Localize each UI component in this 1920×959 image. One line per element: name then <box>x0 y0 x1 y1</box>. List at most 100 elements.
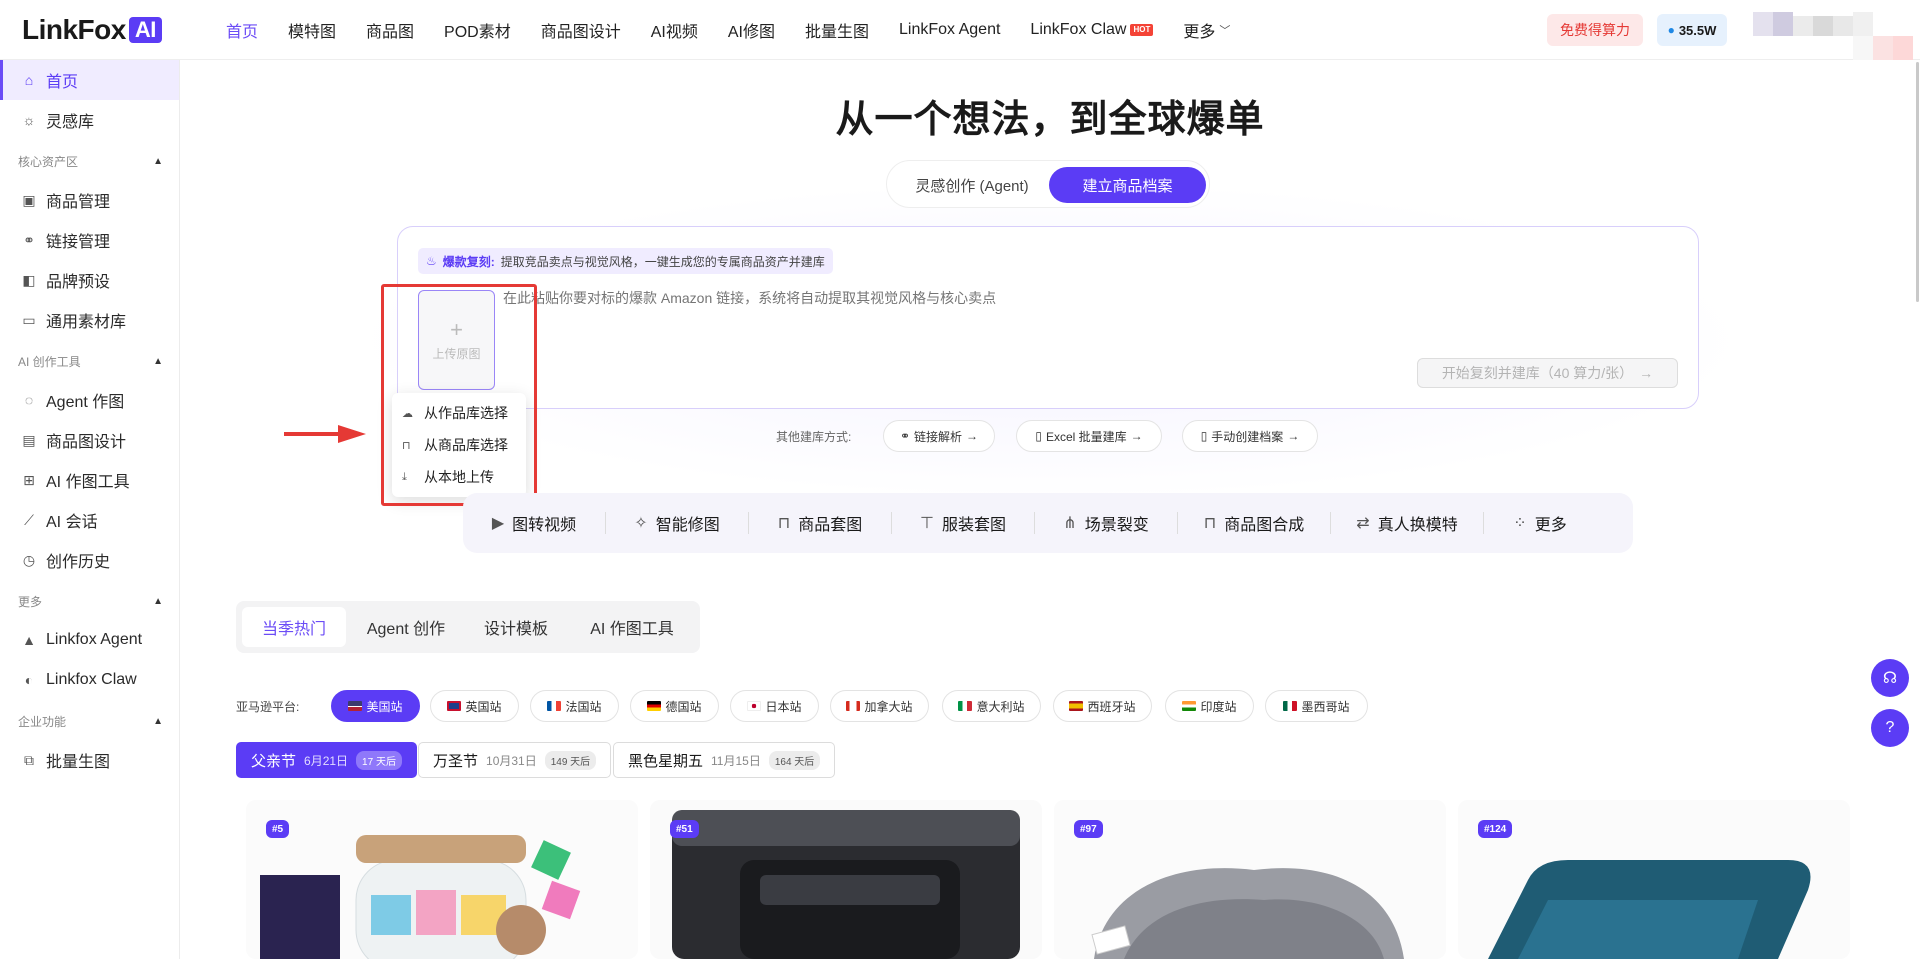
sidebar-item-home[interactable]: ⌂ 首页 <box>0 60 179 100</box>
product-card[interactable]: #124 <box>1458 800 1850 959</box>
nav-label: AI修图 <box>727 24 775 41</box>
mx-flag-icon <box>1283 701 1298 711</box>
highlight-box <box>381 284 537 506</box>
event-fathers-day[interactable]: 父亲节 6月21日 17 天后 <box>236 742 417 778</box>
logo[interactable]: LinkFox AI <box>22 13 162 47</box>
station-it[interactable]: 意大利站 <box>942 690 1041 722</box>
sidebar-item-ai-chat[interactable]: ⟋ AI 会话 <box>0 500 179 540</box>
shirt-icon: ⊤ <box>920 515 934 532</box>
rank-badge: #51 <box>670 820 699 838</box>
nav-pod[interactable]: POD素材 <box>444 18 511 42</box>
support-button[interactable]: ☊ <box>1871 659 1909 697</box>
free-credits-button[interactable]: 免费得算力 <box>1547 14 1643 46</box>
sidebar-item-products[interactable]: ▣ 商品管理 <box>0 180 179 220</box>
group-title: 核心资产区 <box>18 154 79 169</box>
logo-text: LinkFox <box>22 14 126 45</box>
sidebar-item-linkfox-agent[interactable]: ▲ Linkfox Agent <box>0 620 179 660</box>
event-black-friday[interactable]: 黑色星期五 11月15日 164 天后 <box>613 742 836 778</box>
tool-image-to-video[interactable]: ▶ 图转视频 <box>463 493 605 553</box>
station-label: 墨西哥站 <box>1301 699 1350 714</box>
tool-apparel-set[interactable]: ⊤ 服装套图 <box>892 493 1034 553</box>
credits-balance[interactable]: ● 35.5W <box>1657 14 1727 46</box>
button-label: 手动创建档案 <box>1211 429 1284 444</box>
amazon-link-input[interactable] <box>503 290 1303 306</box>
sidebar-item-ai-tools[interactable]: ⊞ AI 作图工具 <box>0 460 179 500</box>
box-icon: ▣ <box>22 191 36 208</box>
scrollbar-thumb[interactable] <box>1916 62 1919 302</box>
nav-design[interactable]: 商品图设计 <box>541 18 621 42</box>
event-countdown: 17 天后 <box>356 750 402 770</box>
sidebar-item-brand[interactable]: ◧ 品牌预设 <box>0 260 179 300</box>
sidebar-item-assets[interactable]: ▭ 通用素材库 <box>0 300 179 340</box>
question-icon: ? <box>1885 719 1895 736</box>
nav-ai-retouch[interactable]: AI修图 <box>728 18 775 42</box>
station-us[interactable]: 美国站 <box>331 690 420 722</box>
tab-inspiration-agent[interactable]: 灵感创作 (Agent) <box>897 167 1047 203</box>
sidebar-item-batch[interactable]: ⧉ 批量生图 <box>0 740 179 780</box>
sidebar-item-design[interactable]: ▤ 商品图设计 <box>0 420 179 460</box>
tool-label: 更多 <box>1534 517 1567 534</box>
tab-ai-tools[interactable]: AI 作图工具 <box>570 607 694 647</box>
tool-label: 商品套图 <box>798 517 863 534</box>
product-card[interactable]: #97 <box>1054 800 1446 959</box>
sidebar-item-linkfox-claw[interactable]: ◐ Linkfox Claw <box>0 660 179 700</box>
manual-create-button[interactable]: ▯ 手动创建档案 → <box>1182 420 1318 452</box>
station-label: 意大利站 <box>976 699 1025 714</box>
station-fr[interactable]: 法国站 <box>530 690 619 722</box>
tool-scene-split[interactable]: ⋔ 场景裂变 <box>1035 493 1177 553</box>
sidebar-item-label: Agent 作图 <box>46 394 125 411</box>
sidebar-item-links[interactable]: ⚭ 链接管理 <box>0 220 179 260</box>
sidebar-item-label: 首页 <box>46 74 79 91</box>
station-jp[interactable]: 日本站 <box>730 690 819 722</box>
tab-build-product-profile[interactable]: 建立商品档案 <box>1049 167 1206 203</box>
station-label: 日本站 <box>765 699 802 714</box>
rank-badge: #97 <box>1074 820 1103 838</box>
event-halloween[interactable]: 万圣节 10月31日 149 天后 <box>418 742 612 778</box>
station-ca[interactable]: 加拿大站 <box>830 690 929 722</box>
sidebar-item-inspiration[interactable]: ☼ 灵感库 <box>0 100 179 140</box>
top-header: LinkFox AI 首页 模特图 商品图 POD素材 商品图设计 AI视频 A… <box>0 0 1920 60</box>
tab-agent-creation[interactable]: Agent 创作 <box>350 607 462 647</box>
tool-more[interactable]: ⁘ 更多 <box>1484 493 1596 553</box>
sidebar-group-ai-tools[interactable]: AI 创作工具 ▲ <box>18 351 163 371</box>
nav-claw[interactable]: LinkFox Claw HOT <box>1030 21 1154 39</box>
station-mx[interactable]: 墨西哥站 <box>1265 690 1368 722</box>
sidebar-item-history[interactable]: ◷ 创作历史 <box>0 540 179 580</box>
nav-model[interactable]: 模特图 <box>288 18 336 42</box>
nav-product[interactable]: 商品图 <box>366 18 414 42</box>
tool-label: 商品图合成 <box>1224 517 1305 534</box>
start-replicate-button[interactable]: 开始复刻并建库（40 算力/张） → <box>1417 358 1678 388</box>
nav-label: 更多 <box>1183 24 1216 41</box>
nav-more[interactable]: 更多 ﹀ <box>1183 18 1230 42</box>
chevron-down-icon: ﹀ <box>1219 25 1231 37</box>
nav-ai-video[interactable]: AI视频 <box>651 18 698 42</box>
sidebar-group-core[interactable]: 核心资产区 ▲ <box>18 151 163 171</box>
sidebar-group-enterprise[interactable]: 企业功能 ▲ <box>18 711 163 731</box>
nav-agent[interactable]: LinkFox Agent <box>899 21 1000 39</box>
sidebar-item-agent-draw[interactable]: ◌ Agent 作图 <box>0 380 179 420</box>
tool-model-swap[interactable]: ⇄ 真人换模特 <box>1331 493 1483 553</box>
tool-smart-retouch[interactable]: ✧ 智能修图 <box>606 493 748 553</box>
station-es[interactable]: 西班牙站 <box>1053 690 1152 722</box>
product-card[interactable]: #5 <box>246 800 638 959</box>
product-card[interactable]: #51 <box>650 800 1042 959</box>
tool-product-set[interactable]: ⊓ 商品套图 <box>749 493 891 553</box>
fr-flag-icon <box>547 701 562 711</box>
bag-icon: ⊓ <box>1203 515 1217 532</box>
station-in[interactable]: 印度站 <box>1165 690 1254 722</box>
tab-design-templates[interactable]: 设计模板 <box>466 607 566 647</box>
content-tabs: 当季热门 Agent 创作 设计模板 AI 作图工具 <box>236 601 700 653</box>
station-de[interactable]: 德国站 <box>630 690 719 722</box>
sidebar-item-label: 商品图设计 <box>46 434 127 451</box>
avatar[interactable] <box>1753 10 1920 82</box>
nav-home[interactable]: 首页 <box>226 18 258 42</box>
tool-product-composite[interactable]: ⊓ 商品图合成 <box>1178 493 1330 553</box>
chevron-up-icon: ▲ <box>153 155 163 167</box>
help-button[interactable]: ? <box>1871 709 1909 747</box>
excel-import-button[interactable]: ▯ Excel 批量建库 → <box>1016 420 1162 452</box>
tab-seasonal-hot[interactable]: 当季热门 <box>242 607 346 647</box>
station-uk[interactable]: 英国站 <box>430 690 519 722</box>
sidebar-group-more[interactable]: 更多 ▲ <box>18 591 163 611</box>
link-parse-button[interactable]: ⚭ 链接解析 → <box>883 420 995 452</box>
nav-batch[interactable]: 批量生图 <box>805 18 869 42</box>
